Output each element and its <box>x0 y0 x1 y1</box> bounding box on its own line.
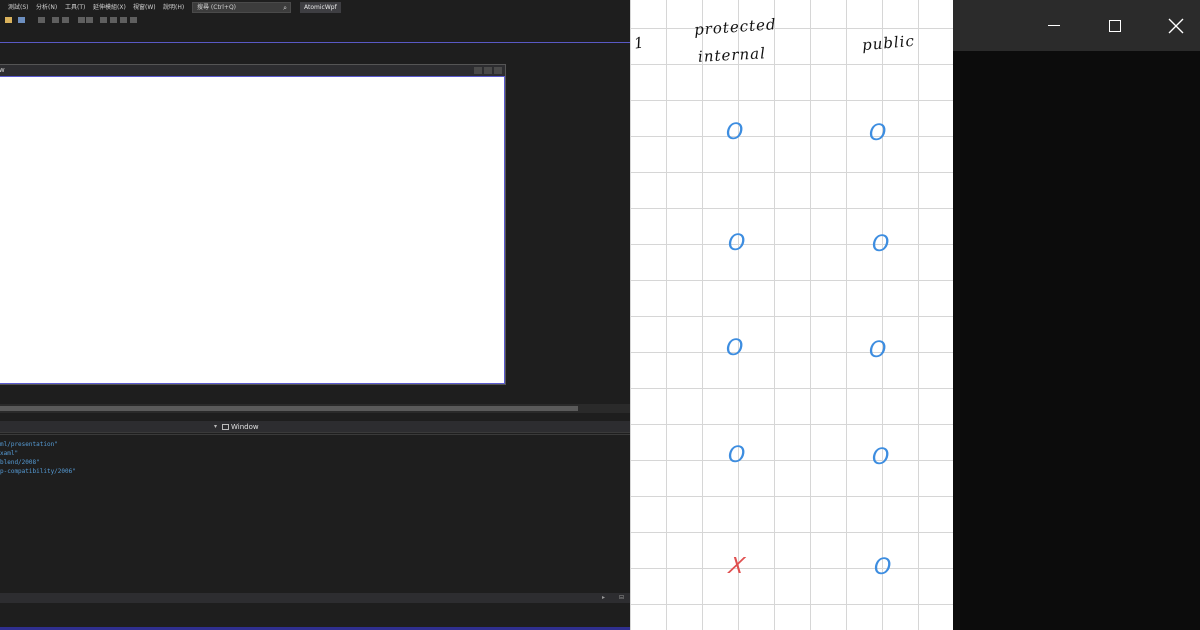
code-line: blend/2008" <box>0 459 40 466</box>
wpf-window-preview[interactable]: w <box>0 64 506 385</box>
mark-circle: O <box>872 232 890 257</box>
solution-name-badge[interactable]: AtomicWpf <box>300 2 341 13</box>
mark-circle: O <box>728 443 746 468</box>
menu-bar: 測試(S) 分析(N) 工具(T) 延伸模組(X) 視窗(W) 說明(H) 搜尋… <box>0 0 630 15</box>
dark-app-window <box>953 0 1200 630</box>
menu-item-help[interactable]: 說明(H) <box>163 3 184 12</box>
uncomment-icon[interactable] <box>86 17 93 23</box>
visual-studio-window: 測試(S) 分析(N) 工具(T) 延伸模組(X) 視窗(W) 說明(H) 搜尋… <box>0 0 630 630</box>
open-folder-icon[interactable] <box>5 17 12 23</box>
minimize-icon <box>474 67 482 74</box>
close-icon <box>1168 18 1183 33</box>
chevron-right-icon[interactable]: ▸ <box>602 594 605 602</box>
code-line: ml/presentation" <box>0 441 58 448</box>
maximize-icon <box>1108 19 1121 32</box>
mark-circle: O <box>726 336 744 361</box>
editor-bottom-bar: ▸ ⊟ <box>0 593 630 603</box>
comment-icon[interactable] <box>78 17 85 23</box>
designer-horizontal-scrollbar[interactable] <box>0 404 630 413</box>
menu-item-extensions[interactable]: 延伸模組(X) <box>93 3 126 12</box>
close-button[interactable] <box>1145 0 1200 51</box>
minimize-icon <box>1047 25 1060 26</box>
menu-item-tools[interactable]: 工具(T) <box>65 3 85 12</box>
menu-item-window[interactable]: 視窗(W) <box>133 3 156 12</box>
menu-item-analyze[interactable]: 分析(N) <box>36 3 57 12</box>
code-line: p-compatibility/2006" <box>0 468 76 475</box>
bookmark-icon[interactable] <box>130 17 137 23</box>
wpf-window-client-area[interactable] <box>0 76 505 384</box>
undo-icon[interactable] <box>38 17 45 23</box>
search-icon[interactable]: ⌕ <box>283 4 287 12</box>
wpf-window-titlebar: w <box>0 65 505 76</box>
xaml-code-editor[interactable]: ml/presentation" xaml" blend/2008" p-com… <box>0 434 630 598</box>
close-icon <box>494 67 502 74</box>
toolbar <box>0 15 630 29</box>
mark-circle: O <box>869 338 887 363</box>
column-header-protected: protected <box>693 15 778 39</box>
minimize-button[interactable] <box>1023 0 1084 51</box>
window-element-icon <box>222 424 229 430</box>
row-marker: 1 <box>632 33 646 53</box>
format-icon[interactable] <box>62 17 69 23</box>
scroll-thumb[interactable] <box>0 406 578 411</box>
search-input[interactable]: 搜尋 (Ctrl+Q) ⌕ <box>192 2 291 13</box>
maximize-button[interactable] <box>1084 0 1145 51</box>
designer-xaml-splitter[interactable]: ▾ Window <box>0 421 630 433</box>
element-selector-label[interactable]: Window <box>231 422 259 432</box>
mark-circle: O <box>874 555 892 580</box>
maximize-icon <box>484 67 492 74</box>
bookmark-icon[interactable] <box>110 17 117 23</box>
save-icon[interactable] <box>18 17 25 23</box>
mark-circle: O <box>869 121 887 146</box>
handwritten-notes-grid: 1 protected internal public O O O O X O … <box>630 0 953 630</box>
mark-circle: O <box>726 120 744 145</box>
split-view-icon[interactable]: ⊟ <box>619 594 624 602</box>
menu-item-test[interactable]: 測試(S) <box>8 3 29 12</box>
window-titlebar <box>953 0 1200 51</box>
mark-cross: X <box>726 554 747 579</box>
bookmark-icon[interactable] <box>100 17 107 23</box>
column-header-internal: internal <box>697 44 767 66</box>
search-placeholder: 搜尋 (Ctrl+Q) <box>197 4 237 11</box>
chevron-down-icon[interactable]: ▾ <box>214 423 217 431</box>
mark-circle: O <box>728 231 746 256</box>
window-body[interactable] <box>953 51 1200 630</box>
xaml-designer: w <box>0 43 630 421</box>
mark-circle: O <box>872 445 890 470</box>
column-header-public: public <box>861 31 916 55</box>
wpf-window-title: w <box>0 66 5 74</box>
code-line: xaml" <box>0 450 19 457</box>
bookmark-icon[interactable] <box>120 17 127 23</box>
format-icon[interactable] <box>52 17 59 23</box>
